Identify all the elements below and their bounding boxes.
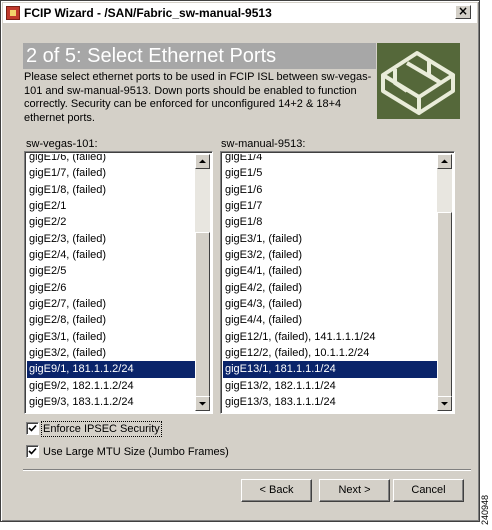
cancel-button[interactable]: Cancel bbox=[393, 479, 464, 502]
list-item[interactable]: gigE1/8 bbox=[223, 214, 437, 230]
list-item[interactable]: gigE2/2 bbox=[27, 214, 195, 230]
scroll-up-icon[interactable] bbox=[437, 154, 452, 169]
window-title: FCIP Wizard - /SAN/Fabric_sw-manual-9513 bbox=[24, 6, 272, 20]
button-separator bbox=[23, 469, 471, 471]
scroll-down-icon[interactable] bbox=[437, 396, 452, 411]
list-item[interactable]: gigE4/4, (failed) bbox=[223, 312, 437, 328]
list-item[interactable]: gigE1/4 bbox=[223, 154, 437, 165]
right-scrollbar[interactable] bbox=[437, 154, 452, 411]
list-item[interactable]: gigE9/3, 183.1.1.2/24 bbox=[27, 394, 195, 410]
left-scrollbar[interactable] bbox=[195, 154, 210, 411]
left-switch-label: sw-vegas-101: bbox=[26, 138, 98, 150]
list-item[interactable]: gigE13/1, 181.1.1.1/24 bbox=[223, 361, 437, 378]
left-scroll-thumb[interactable] bbox=[195, 232, 210, 408]
title-bar[interactable]: FCIP Wizard - /SAN/Fabric_sw-manual-9513… bbox=[3, 3, 477, 23]
back-button[interactable]: < Back bbox=[241, 479, 312, 502]
list-item[interactable]: gigE3/1, (failed) bbox=[27, 329, 195, 345]
fcip-wizard-icon bbox=[6, 6, 20, 20]
ipsec-checkbox[interactable] bbox=[26, 422, 39, 435]
figure-id: 240948 bbox=[480, 494, 490, 526]
right-switch-label: sw-manual-9513: bbox=[221, 138, 306, 150]
fcip-network-logo bbox=[377, 43, 460, 119]
list-item[interactable]: gigE2/5 bbox=[27, 263, 195, 279]
list-item[interactable]: gigE9/2, 182.1.1.2/24 bbox=[27, 378, 195, 394]
next-button[interactable]: Next > bbox=[319, 479, 390, 502]
intro-text: Please select ethernet ports to be used … bbox=[24, 71, 372, 124]
left-port-list: gigE1/6, (failed) gigE1/7, (failed) gigE1/… bbox=[27, 154, 195, 411]
list-item[interactable]: gigE12/1, (failed), 141.1.1.1/24 bbox=[223, 329, 437, 345]
close-button[interactable]: × bbox=[455, 5, 471, 19]
right-port-list: gigE1/4 gigE1/5 gigE1/6 gigE1/7 gigE1/8 gigE3… bbox=[223, 154, 437, 411]
list-item[interactable]: gigE3/2, (failed) bbox=[27, 345, 195, 361]
list-item[interactable]: gigE1/7, (failed) bbox=[27, 165, 195, 181]
list-item[interactable]: gigE2/3, (failed) bbox=[27, 231, 195, 247]
list-item[interactable]: gigE4/1, (failed) bbox=[223, 263, 437, 279]
mtu-checkbox[interactable] bbox=[26, 445, 39, 458]
scroll-down-icon[interactable] bbox=[195, 396, 210, 411]
mtu-option[interactable]: Use Large MTU Size (Jumbo Frames) bbox=[26, 445, 229, 458]
list-item[interactable]: gigE2/4, (failed) bbox=[27, 247, 195, 263]
list-item[interactable]: gigE13/4, 184.1.1.1/24 bbox=[223, 411, 437, 412]
list-item[interactable]: gigE4/3, (failed) bbox=[223, 296, 437, 312]
list-item[interactable]: gigE13/2, 182.1.1.1/24 bbox=[223, 378, 437, 394]
scroll-up-icon[interactable] bbox=[195, 154, 210, 169]
list-item[interactable]: gigE3/1, (failed) bbox=[223, 231, 437, 247]
list-item[interactable]: gigE13/3, 183.1.1.1/24 bbox=[223, 394, 437, 410]
right-scroll-thumb[interactable] bbox=[437, 212, 452, 408]
list-item[interactable]: gigE1/7 bbox=[223, 198, 437, 214]
list-item[interactable]: gigE9/4, 184.1.1.2/24 bbox=[27, 411, 195, 412]
right-port-listbox[interactable]: gigE1/4 gigE1/5 gigE1/6 gigE1/7 gigE1/8 gigE3… bbox=[220, 151, 455, 414]
list-item[interactable]: gigE1/6 bbox=[223, 182, 437, 198]
list-item[interactable]: gigE1/8, (failed) bbox=[27, 182, 195, 198]
list-item[interactable]: gigE1/5 bbox=[223, 165, 437, 181]
mtu-label[interactable]: Use Large MTU Size (Jumbo Frames) bbox=[43, 446, 229, 458]
list-item[interactable]: gigE1/6, (failed) bbox=[27, 154, 195, 165]
list-item[interactable]: gigE3/2, (failed) bbox=[223, 247, 437, 263]
ipsec-label[interactable]: Enforce IPSEC Security bbox=[41, 420, 162, 437]
list-item[interactable]: gigE12/2, (failed), 10.1.1.2/24 bbox=[223, 345, 437, 361]
list-item[interactable]: gigE2/7, (failed) bbox=[27, 296, 195, 312]
step-title: 2 of 5: Select Ethernet Ports bbox=[26, 45, 277, 67]
left-port-listbox[interactable]: gigE1/6, (failed) gigE1/7, (failed) gigE1/… bbox=[24, 151, 213, 414]
list-item[interactable]: gigE9/1, 181.1.1.2/24 bbox=[27, 361, 195, 378]
list-item[interactable]: gigE2/1 bbox=[27, 198, 195, 214]
ipsec-option[interactable]: Enforce IPSEC Security bbox=[26, 420, 162, 437]
list-item[interactable]: gigE4/2, (failed) bbox=[223, 280, 437, 296]
fcip-wizard-window: FCIP Wizard - /SAN/Fabric_sw-manual-9513… bbox=[0, 0, 480, 522]
list-item[interactable]: gigE2/8, (failed) bbox=[27, 312, 195, 328]
list-item[interactable]: gigE2/6 bbox=[27, 280, 195, 296]
